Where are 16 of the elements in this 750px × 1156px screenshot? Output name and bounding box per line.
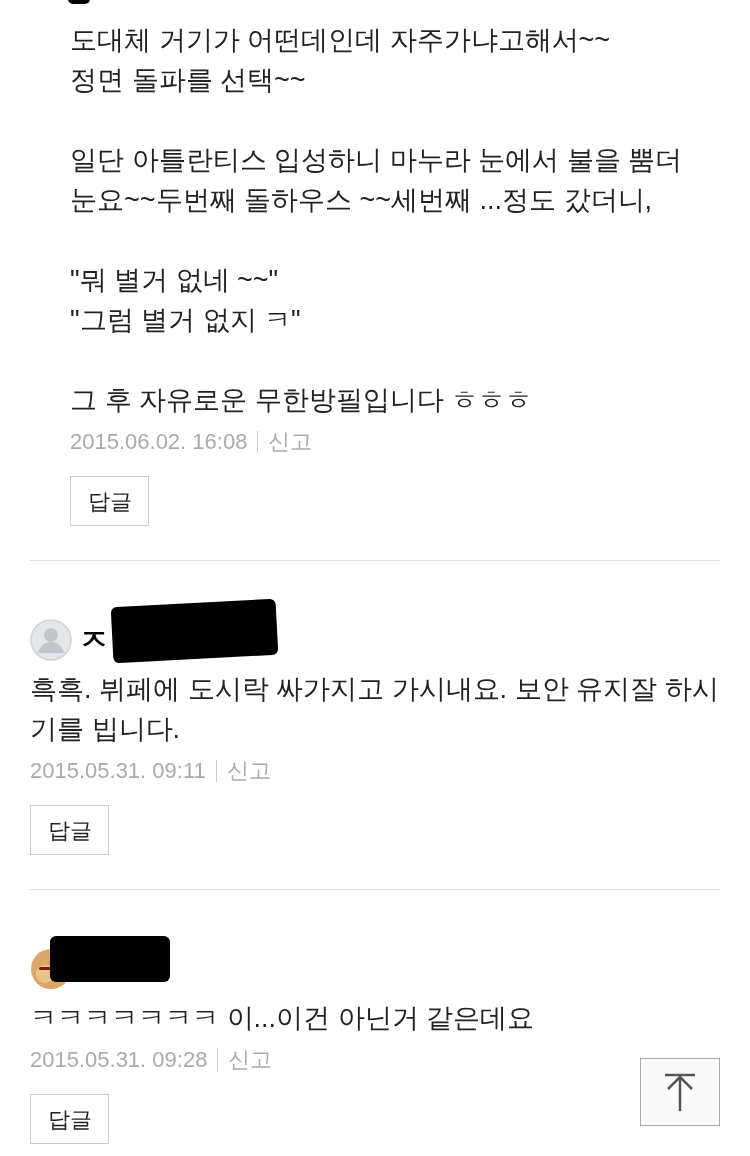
comment-text: "뭐 별거 없네 ~~" "그럼 별거 없지 ㅋ" bbox=[70, 264, 302, 337]
comment-text: ㅋㅋㅋㅋㅋㅋㅋ 이...이건 아닌거 같은데요 bbox=[30, 1002, 535, 1035]
comment-text: 흑흑. 뷔페에 도시락 싸가지고 가시내요. 보안 유지잘 하시기를 빕니다. bbox=[30, 673, 720, 746]
comment-date: 2015.05.31. 09:11 bbox=[30, 757, 206, 785]
reply-button[interactable]: 답글 bbox=[70, 476, 149, 526]
scroll-to-top-button[interactable] bbox=[640, 1058, 720, 1126]
comment-text: 도대체 거기가 어떤데인데 자주가냐고해서~~ 정면 돌파를 선택~~ bbox=[70, 24, 612, 97]
user-avatar-icon bbox=[30, 619, 72, 661]
comment-text: 그 후 자유로운 무한방필입니다 ㅎㅎㅎ bbox=[70, 384, 533, 417]
comment-date: 2015.06.02. 16:08 bbox=[70, 428, 248, 456]
comment-date: 2015.05.31. 09:28 bbox=[30, 1046, 208, 1074]
reply-button[interactable]: 답글 bbox=[30, 805, 109, 855]
author-name: ㅈ bbox=[80, 623, 108, 657]
reply-button[interactable]: 답글 bbox=[30, 1094, 109, 1144]
arrow-up-icon bbox=[663, 1073, 697, 1111]
comment-text: 일단 아틀란티스 입성하니 마누라 눈에서 불을 뿜더 눈요~~두번째 돌하우스 ~~세번째 ...정도 갔더니, bbox=[70, 144, 683, 217]
